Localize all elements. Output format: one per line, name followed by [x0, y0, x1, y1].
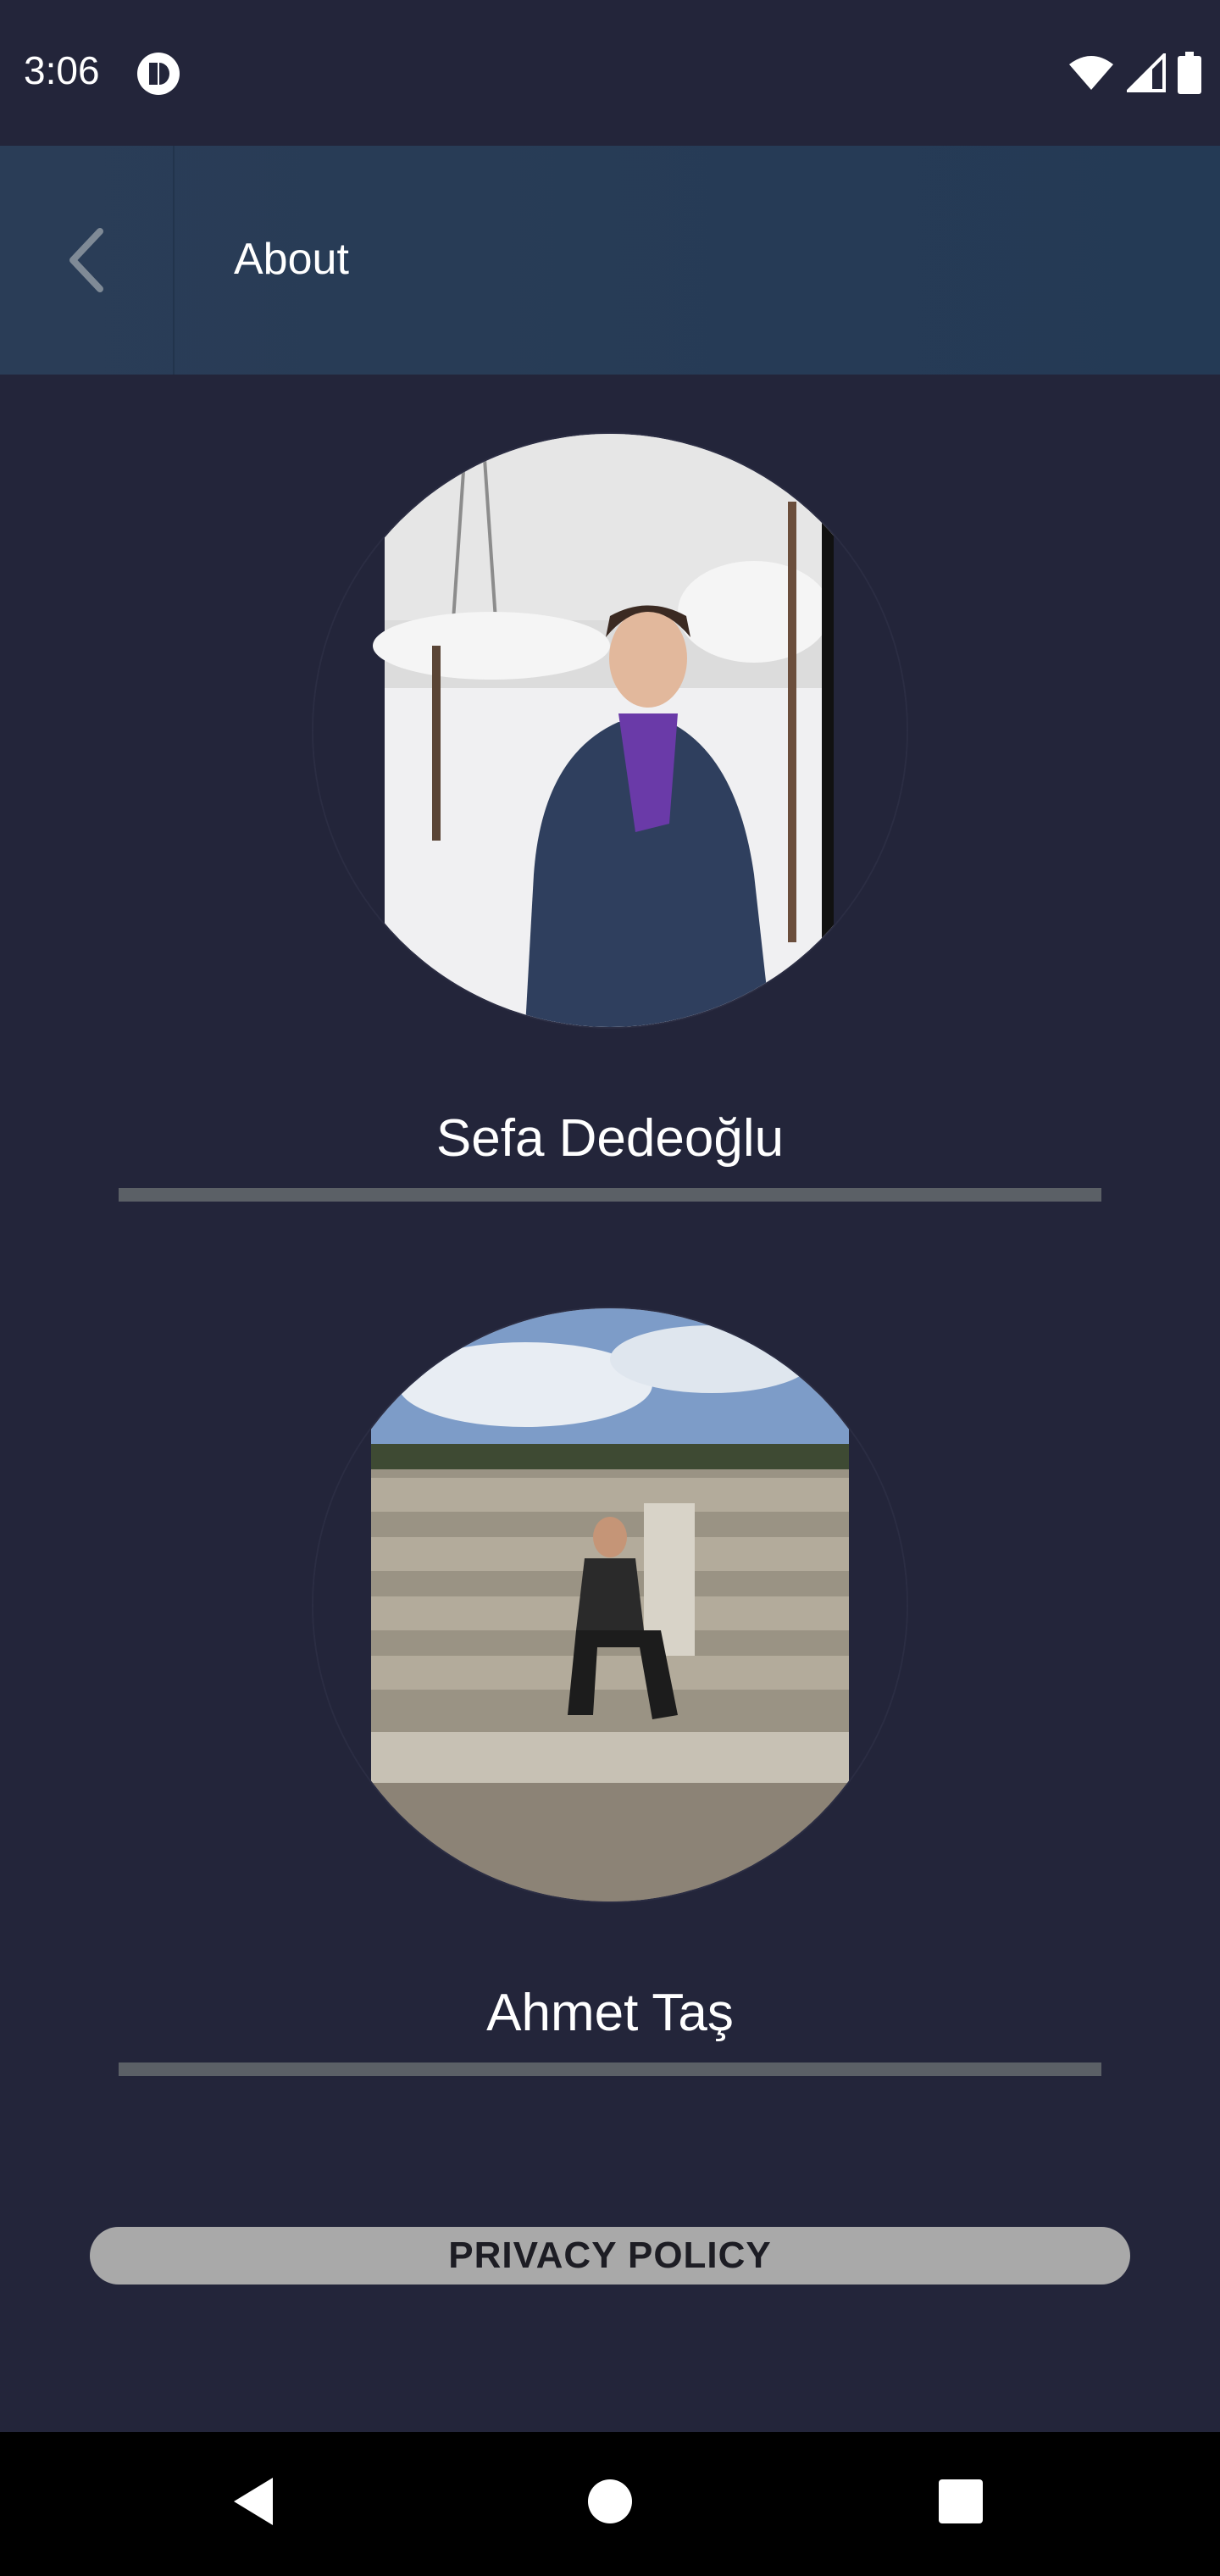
app-notification-icon	[137, 53, 180, 95]
profile-photo-ahmet[interactable]	[313, 1308, 907, 1901]
status-icons	[1068, 49, 1201, 97]
app-bar: About	[0, 146, 1220, 375]
profile-name: Ahmet Taş	[486, 1984, 734, 2042]
divider	[119, 1188, 1101, 1202]
profile-photo-sefa[interactable]	[313, 434, 907, 1027]
privacy-policy-button[interactable]: PRIVACY POLICY	[90, 2227, 1130, 2285]
back-button[interactable]	[0, 146, 175, 375]
profile-name: Sefa Dedeoğlu	[435, 1109, 785, 1168]
stone-theatre-photo	[313, 1308, 907, 1901]
system-nav-bar	[0, 2432, 1220, 2576]
cell-signal-icon	[1127, 53, 1166, 92]
page-title: About	[234, 235, 349, 284]
back-triangle-icon[interactable]	[229, 2474, 280, 2529]
wifi-icon	[1069, 56, 1113, 90]
divider	[119, 2062, 1101, 2076]
status-time: 3:06	[24, 48, 100, 92]
chevron-left-icon	[69, 228, 103, 292]
battery-icon	[1178, 52, 1201, 94]
recents-square-icon[interactable]	[937, 2474, 984, 2529]
snowy-vineyard-photo	[313, 434, 907, 1027]
status-bar: 3:06	[0, 0, 1220, 146]
home-circle-icon[interactable]	[586, 2474, 634, 2529]
